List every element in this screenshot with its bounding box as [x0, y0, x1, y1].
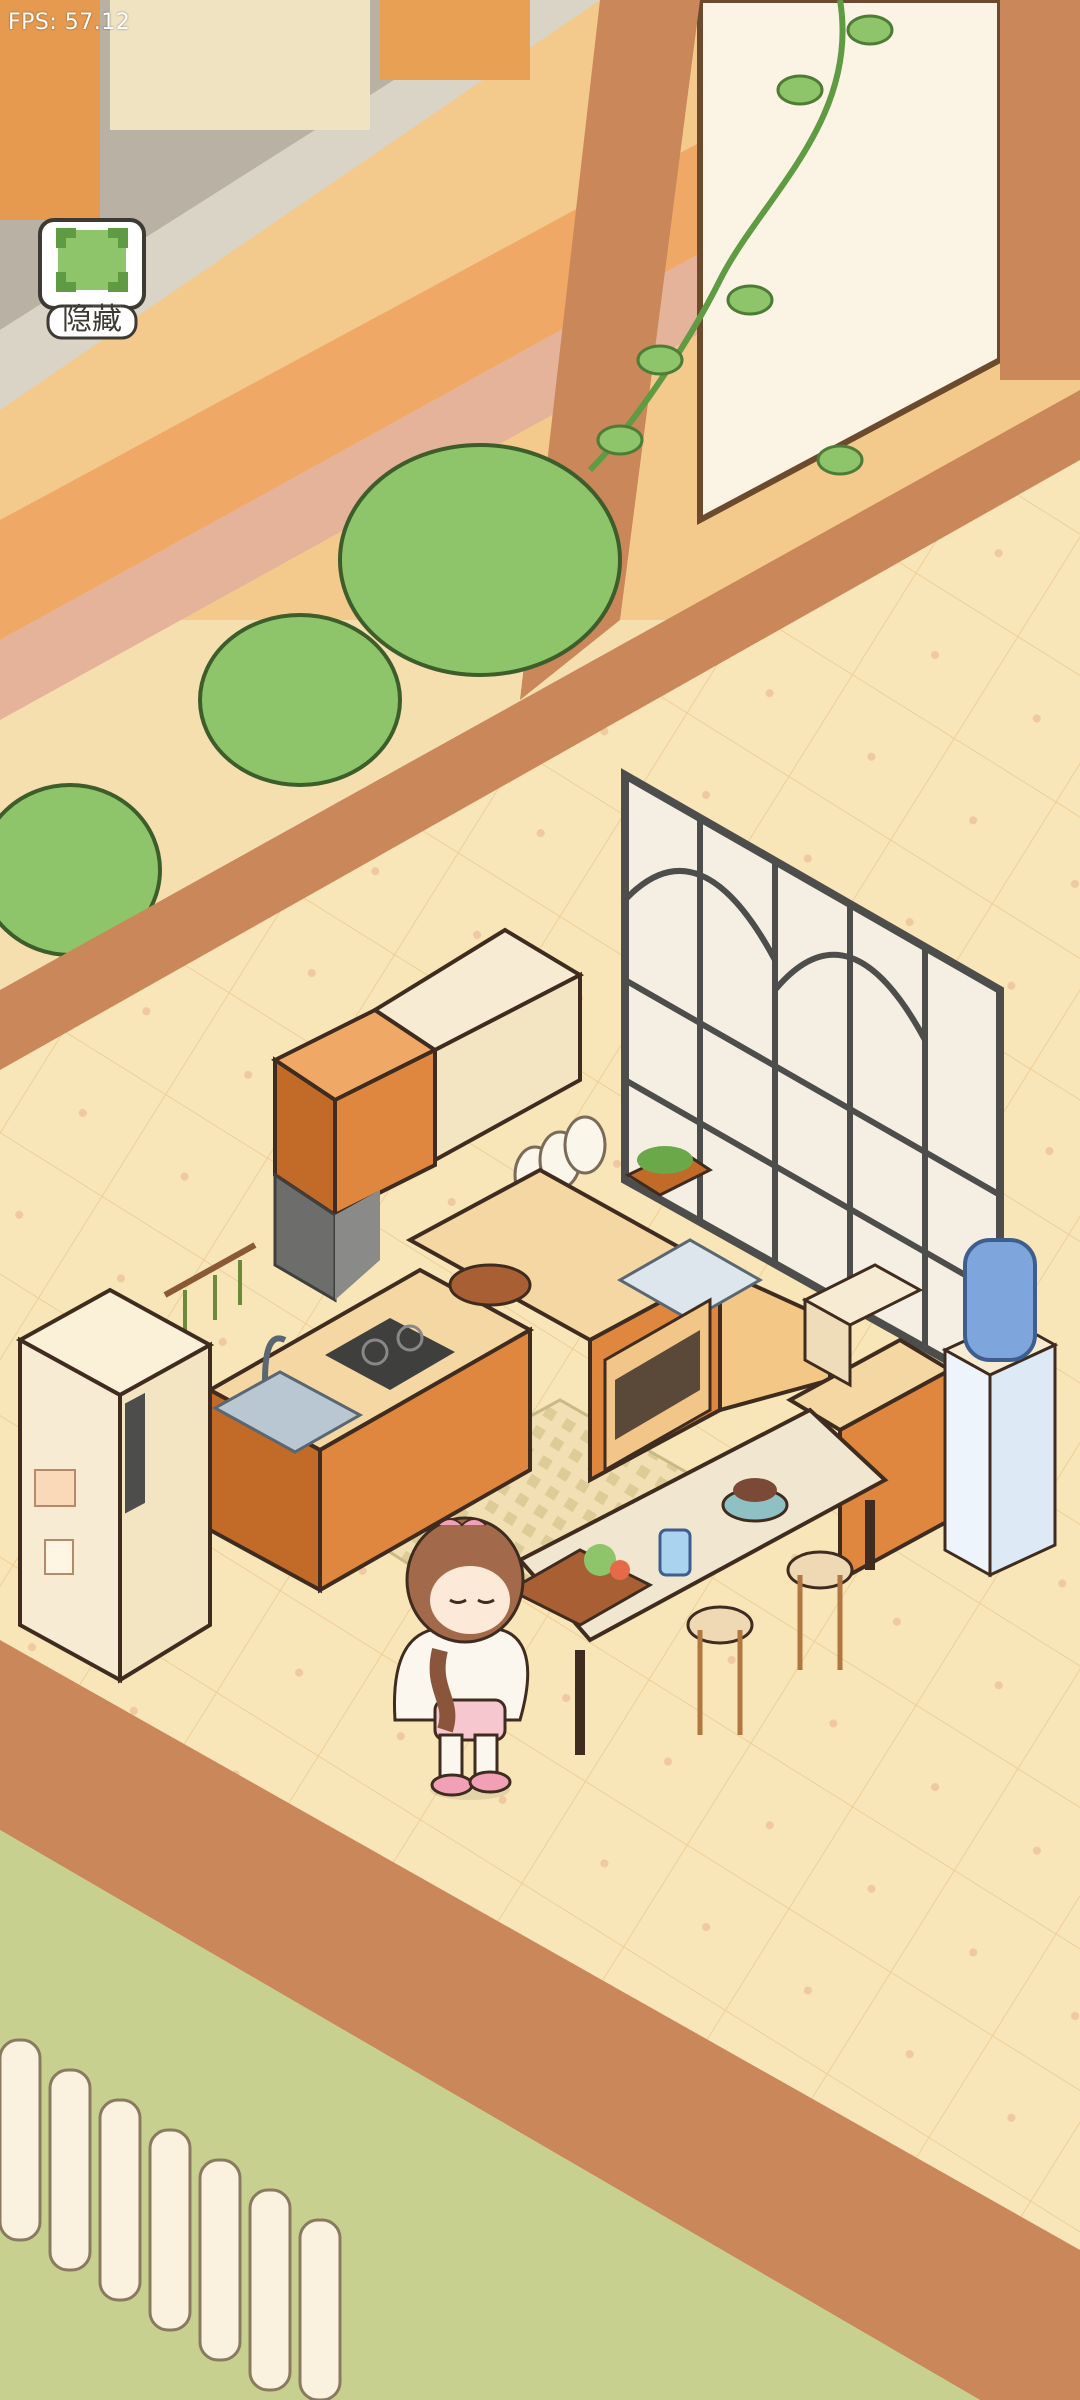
refrigerator[interactable] [15, 1287, 215, 1684]
game-viewport[interactable]: FPS: 57.12 隐藏 [0, 0, 1080, 2400]
building-door [380, 0, 530, 80]
drink-glass[interactable] [658, 1528, 692, 1577]
building-facade [110, 0, 370, 130]
wood-post [1000, 0, 1080, 380]
hide-ui-button[interactable]: 隐藏 [34, 210, 150, 344]
fps-counter: FPS: 57.12 [8, 10, 131, 35]
cutting-board[interactable] [448, 1263, 532, 1307]
room-scene[interactable] [0, 0, 1080, 2400]
hide-button-label: 隐藏 [62, 302, 122, 337]
